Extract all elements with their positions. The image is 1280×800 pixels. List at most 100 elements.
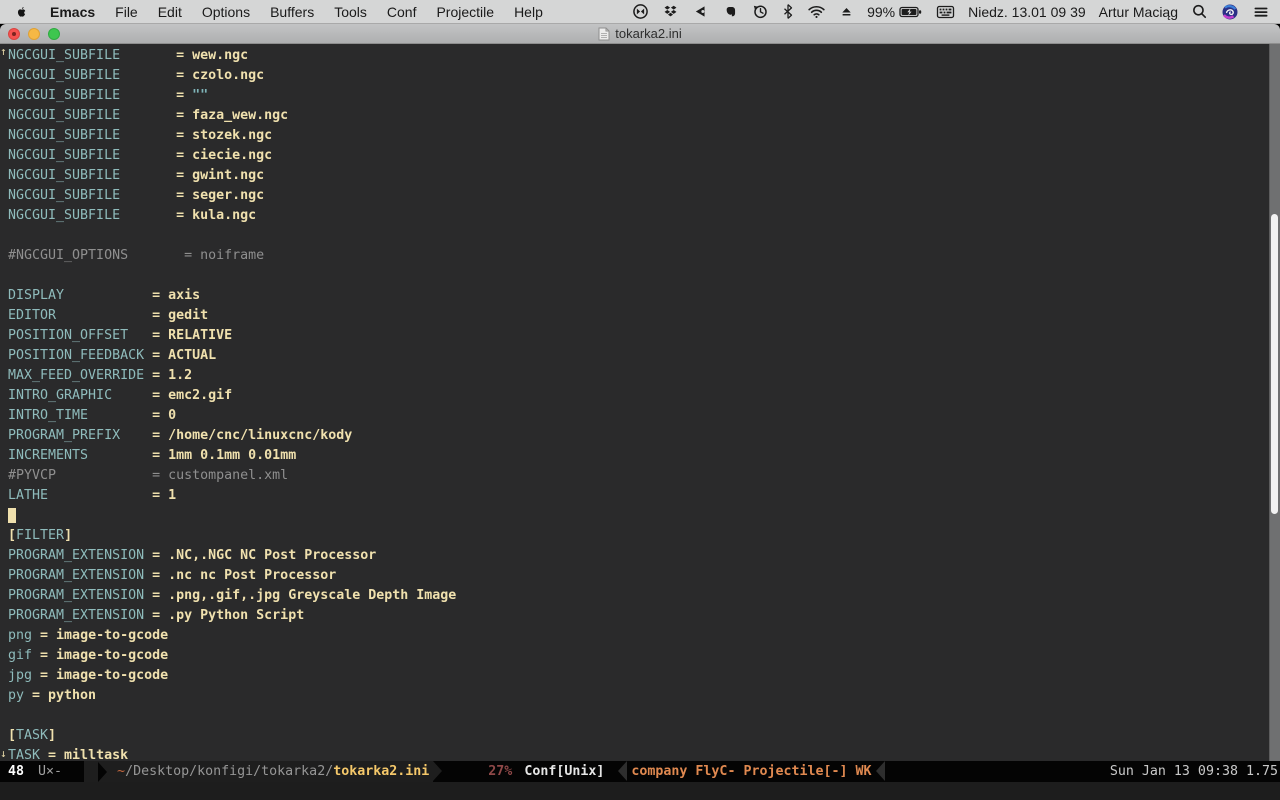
wifi-icon[interactable] <box>807 0 826 23</box>
buffer-line: gif = image-to-gcode <box>8 646 1280 666</box>
notification-center-icon[interactable] <box>1252 0 1270 23</box>
buffer-line: DISPLAY = axis <box>8 286 1280 306</box>
buffer-line: NGCGUI_SUBFILE = stozek.ngc <box>8 126 1280 146</box>
minimize-button[interactable] <box>28 28 40 40</box>
input-source-icon[interactable] <box>936 0 955 23</box>
menu-edit[interactable]: Edit <box>148 0 192 23</box>
buffer-line: POSITION_FEEDBACK = ACTUAL <box>8 346 1280 366</box>
modeline-major-mode[interactable]: Conf[Unix] <box>524 761 604 782</box>
window-title: tokarka2.ini <box>615 26 681 41</box>
menu-help[interactable]: Help <box>504 0 553 23</box>
unity-icon[interactable] <box>692 0 709 23</box>
window-controls <box>8 28 60 40</box>
buffer-line: #PYVCP = custompanel.xml <box>8 466 1280 486</box>
scrollbar-track[interactable] <box>1269 44 1280 761</box>
buffer-line: PROGRAM_EXTENSION = .nc nc Post Processo… <box>8 566 1280 586</box>
buffer-line <box>8 226 1280 246</box>
fringe-continues-below-icon: ↓ <box>0 749 8 759</box>
siri-icon[interactable] <box>1221 0 1239 23</box>
eject-icon[interactable] <box>839 0 854 23</box>
buffer-line <box>8 706 1280 726</box>
buffer-line: INCREMENTS = 1mm 0.1mm 0.01mm <box>8 446 1280 466</box>
time-machine-icon[interactable] <box>752 0 769 23</box>
powerline-separator-icon <box>618 761 627 781</box>
powerline-separator-icon <box>433 761 442 781</box>
bluetooth-icon[interactable] <box>782 0 794 23</box>
zoom-button[interactable] <box>48 28 60 40</box>
buffer-line: PROGRAM_EXTENSION = .NC,.NGC NC Post Pro… <box>8 546 1280 566</box>
buffer-line <box>8 506 1280 526</box>
buffer-line: NGCGUI_SUBFILE = kula.ngc <box>8 206 1280 226</box>
modeline-path-tilde: ~ <box>117 761 125 782</box>
modeline-path-segment: ~/Desktop/konfigi/tokarka2/tokarka2.ini <box>84 761 433 782</box>
menu-projectile[interactable]: Projectile <box>426 0 504 23</box>
fringe-continues-above-icon: ↑ <box>0 47 8 57</box>
apple-menu-icon[interactable] <box>0 0 40 23</box>
buffer-line <box>8 266 1280 286</box>
buffer-line: PROGRAM_EXTENSION = .png,.gif,.jpg Greys… <box>8 586 1280 606</box>
modeline-directory: /Desktop/konfigi/tokarka2/ <box>125 761 333 782</box>
buffer-line: EDITOR = gedit <box>8 306 1280 326</box>
echo-area <box>0 782 1280 800</box>
macos-menubar: Emacs File Edit Options Buffers Tools Co… <box>0 0 1280 24</box>
battery-status[interactable]: 99% <box>867 4 923 20</box>
dropbox-icon[interactable] <box>662 0 679 23</box>
buffer-lines: NGCGUI_SUBFILE = wew.ngcNGCGUI_SUBFILE =… <box>8 46 1280 761</box>
menubar-user-name[interactable]: Artur Maciąg <box>1099 4 1178 20</box>
buffer-line: #NGCGUI_OPTIONS = noiframe <box>8 246 1280 266</box>
menu-buffers[interactable]: Buffers <box>260 0 324 23</box>
modeline-filename: tokarka2.ini <box>333 761 429 782</box>
buffer-line: NGCGUI_SUBFILE = "" <box>8 86 1280 106</box>
buffer-line: MAX_FEED_OVERRIDE = 1.2 <box>8 366 1280 386</box>
buffer-line: LATHE = 1 <box>8 486 1280 506</box>
buffer-line: [TASK] <box>8 726 1280 746</box>
window-titlebar[interactable]: tokarka2.ini <box>0 24 1280 44</box>
menu-emacs[interactable]: Emacs <box>40 0 105 23</box>
menu-file[interactable]: File <box>105 0 148 23</box>
mask-circle-app-icon[interactable] <box>632 0 649 23</box>
modeline-left-segment: 48 U×- <box>0 761 84 782</box>
battery-percent-label: 99% <box>867 4 895 20</box>
buffer-line: [FILTER] <box>8 526 1280 546</box>
modeline: 48 U×- ~/Desktop/konfigi/tokarka2/tokark… <box>0 761 1280 782</box>
menubar-status-area: 99% <box>632 0 1280 23</box>
buffer-area[interactable]: NGCGUI_SUBFILE = wew.ngcNGCGUI_SUBFILE =… <box>0 44 1280 761</box>
text-cursor <box>8 508 16 523</box>
evernote-icon[interactable] <box>722 0 739 23</box>
scrollbar-thumb[interactable] <box>1271 214 1278 514</box>
window-title-group: tokarka2.ini <box>598 26 681 41</box>
modeline-datetime: Sun Jan 13 09:38 1.75 <box>1110 761 1280 782</box>
document-icon <box>598 27 610 41</box>
buffer-line: png = image-to-gcode <box>8 626 1280 646</box>
battery-icon <box>899 4 923 20</box>
close-button[interactable] <box>8 28 20 40</box>
buffer-line: POSITION_OFFSET = RELATIVE <box>8 326 1280 346</box>
modeline-minor-modes-segment: company FlyC- Projectile[-] WK <box>631 761 871 782</box>
buffer-line: INTRO_GRAPHIC = emc2.gif <box>8 386 1280 406</box>
menubar-clock[interactable]: Niedz. 13.01 09 39 <box>968 4 1086 20</box>
buffer-line: NGCGUI_SUBFILE = ciecie.ngc <box>8 146 1280 166</box>
powerline-separator-icon <box>98 762 107 782</box>
buffer-line: NGCGUI_SUBFILE = gwint.ngc <box>8 166 1280 186</box>
buffer-line: NGCGUI_SUBFILE = seger.ngc <box>8 186 1280 206</box>
menu-tools[interactable]: Tools <box>324 0 377 23</box>
emacs-frame: NGCGUI_SUBFILE = wew.ngcNGCGUI_SUBFILE =… <box>0 44 1280 800</box>
screen: Emacs File Edit Options Buffers Tools Co… <box>0 0 1280 800</box>
buffer-line: NGCGUI_SUBFILE = czolo.ngc <box>8 66 1280 86</box>
buffer-line: PROGRAM_PREFIX = /home/cnc/linuxcnc/kody <box>8 426 1280 446</box>
menubar-menus: Emacs File Edit Options Buffers Tools Co… <box>0 0 553 23</box>
buffer-line: NGCGUI_SUBFILE = faza_wew.ngc <box>8 106 1280 126</box>
modeline-mode-segment: 27% Conf[Unix] <box>442 761 604 782</box>
spotlight-search-icon[interactable] <box>1191 0 1208 23</box>
modeline-buffer-flags: U×- <box>38 761 62 782</box>
powerline-separator-icon <box>876 761 885 781</box>
buffer-line: jpg = image-to-gcode <box>8 666 1280 686</box>
modeline-minor-modes[interactable]: company FlyC- Projectile[-] WK <box>631 761 871 782</box>
menu-options[interactable]: Options <box>192 0 260 23</box>
modeline-line-number: 48 <box>8 761 24 782</box>
menu-conf[interactable]: Conf <box>377 0 427 23</box>
buffer-line: INTRO_TIME = 0 <box>8 406 1280 426</box>
apple-logo-icon <box>14 4 30 20</box>
buffer-line: PROGRAM_EXTENSION = .py Python Script <box>8 606 1280 626</box>
modeline-scroll-percent: 27% <box>488 761 512 782</box>
